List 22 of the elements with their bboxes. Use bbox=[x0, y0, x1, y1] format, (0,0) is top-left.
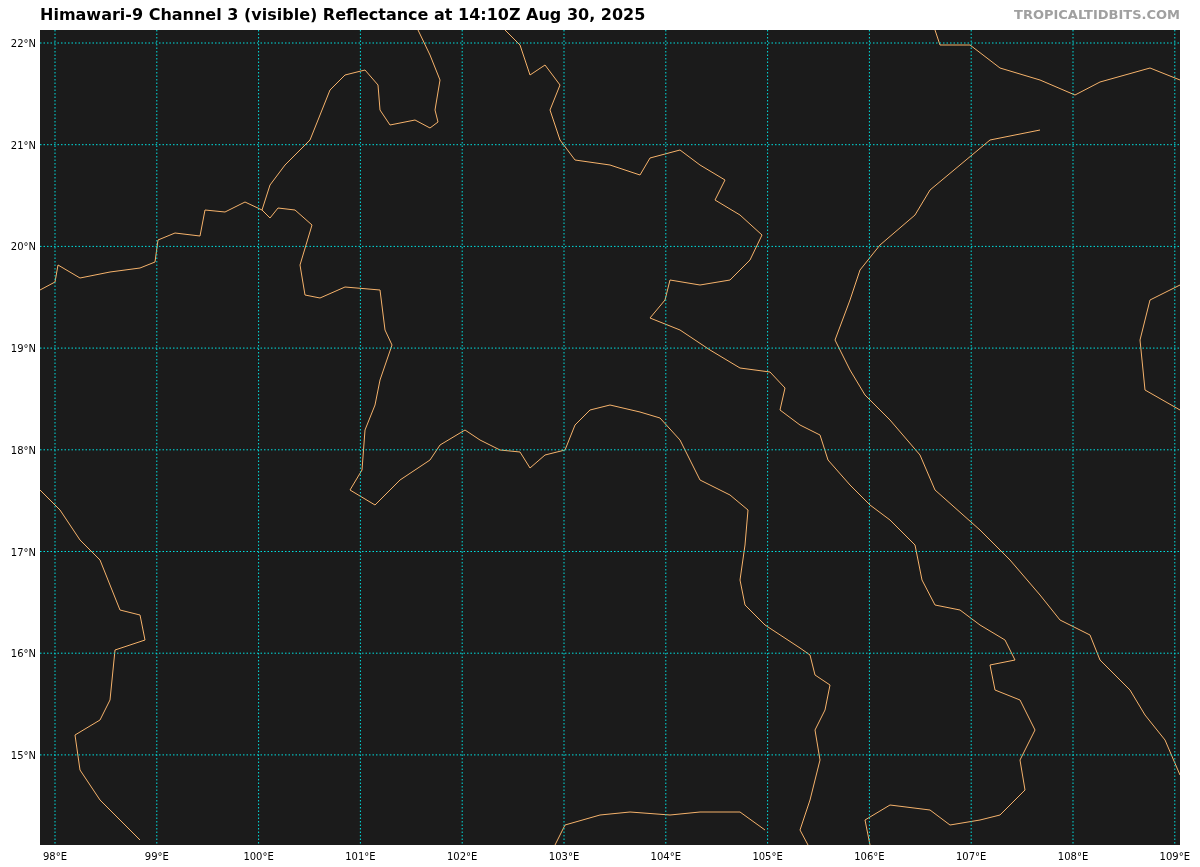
longitude-label: 107°E bbox=[956, 851, 987, 862]
latitude-label: 17°N bbox=[10, 546, 36, 558]
longitude-label: 102°E bbox=[447, 851, 478, 862]
chart-title: Himawari-9 Channel 3 (visible) Reflectance at 14:10Z Aug 30, 2025 bbox=[40, 4, 646, 26]
longitude-label: 106°E bbox=[854, 851, 885, 862]
site-credit: TROPICALTIDBITS.COM bbox=[1014, 6, 1180, 25]
longitude-label: 105°E bbox=[752, 851, 783, 862]
longitude-label: 103°E bbox=[548, 851, 580, 862]
longitude-label: 101°E bbox=[345, 851, 376, 862]
longitude-label: 104°E bbox=[650, 851, 681, 862]
latitude-label: 18°N bbox=[10, 444, 36, 456]
longitude-label: 108°E bbox=[1057, 851, 1089, 862]
latitude-label: 19°N bbox=[10, 343, 36, 355]
latitude-label: 21°N bbox=[10, 139, 36, 151]
latitude-label: 20°N bbox=[10, 241, 36, 253]
longitude-label: 100°E bbox=[243, 851, 274, 862]
latitude-label: 15°N bbox=[10, 749, 36, 761]
latitude-label: 22°N bbox=[10, 38, 36, 49]
latitude-label: 16°N bbox=[10, 648, 36, 660]
longitude-label: 99°E bbox=[144, 851, 169, 862]
longitude-label: 109°E bbox=[1159, 851, 1190, 862]
longitude-label: 98°E bbox=[43, 851, 67, 862]
